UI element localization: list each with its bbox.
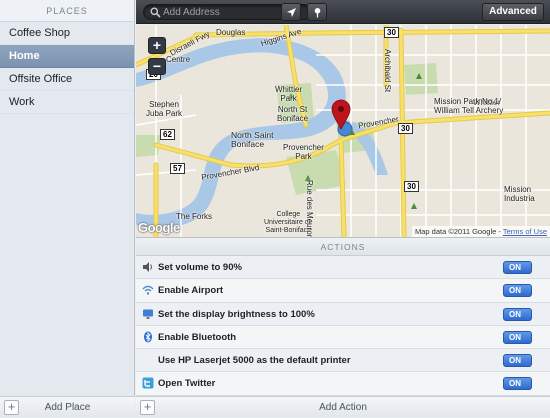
on-toggle[interactable]: ON xyxy=(503,377,532,391)
zoom-in-button[interactable]: + xyxy=(148,37,166,54)
action-row[interactable]: Set volume to 90% ON xyxy=(136,256,550,280)
on-toggle[interactable]: ON xyxy=(503,354,532,368)
pin-icon xyxy=(314,8,321,18)
sidebar-item-offsite-office[interactable]: Offsite Office xyxy=(0,68,134,91)
bluetooth-icon xyxy=(144,331,152,343)
sidebar-footer: + Add Place xyxy=(0,396,135,417)
map-label-douglas: Douglas xyxy=(216,28,246,37)
action-row[interactable]: Open Twitter ON xyxy=(136,372,550,396)
action-label: Enable Airport xyxy=(158,285,224,297)
toolbar: Advanced xyxy=(136,0,550,24)
map-label-north-saint-boniface: North Saint Boniface xyxy=(231,130,274,149)
actions-panel: ACTIONS Set volume to 90% ON Enable Airp… xyxy=(136,237,550,417)
add-place-button[interactable]: Add Place xyxy=(0,397,135,418)
map-label-stephen-juba: Stephen Juba Park xyxy=(146,100,183,118)
sidebar-item-home[interactable]: Home xyxy=(0,45,134,68)
app-window: PLACES Coffee Shop Home Offsite Office W… xyxy=(0,0,550,417)
action-label: Set the display brightness to 100% xyxy=(158,308,315,320)
action-label: Set volume to 90% xyxy=(158,262,242,273)
map-label-mission-park: Mission Park No 1/ William Tell Archery xyxy=(434,97,504,115)
google-logo: Google xyxy=(138,220,180,235)
map-attribution: Map data ©2011 Google - Terms of Use xyxy=(412,226,550,237)
on-toggle[interactable]: ON xyxy=(503,261,532,274)
add-action-button[interactable]: Add Action xyxy=(136,397,550,418)
route-shield: 30 xyxy=(384,27,399,38)
map-label-whittier-park: Whittier Park xyxy=(275,85,303,103)
zoom-out-button[interactable]: − xyxy=(148,58,166,75)
wifi-icon xyxy=(142,286,154,295)
action-label: Open Twitter xyxy=(158,378,216,390)
terms-of-use-link[interactable]: Terms of Use xyxy=(503,227,547,236)
search-icon xyxy=(150,7,161,18)
map-label-mission-industrial: Mission Industria xyxy=(504,185,535,203)
route-shield: 57 xyxy=(170,163,185,174)
on-toggle[interactable]: ON xyxy=(503,330,532,344)
on-toggle[interactable]: ON xyxy=(503,307,532,321)
action-label: Use HP Laserjet 5000 as the default prin… xyxy=(158,355,351,367)
actions-footer: + Add Action xyxy=(136,396,550,417)
map-canvas xyxy=(136,25,550,237)
advanced-button[interactable]: Advanced xyxy=(482,3,544,21)
places-sidebar: PLACES Coffee Shop Home Offsite Office W… xyxy=(0,0,135,417)
route-shield: 30 xyxy=(404,181,419,192)
route-shield: 30 xyxy=(398,123,413,134)
map-label-the-forks: The Forks xyxy=(176,212,213,221)
map-label-rue-des-meurons: Rue des Meurons xyxy=(305,180,314,237)
display-icon xyxy=(143,309,153,319)
on-toggle[interactable]: ON xyxy=(503,284,532,298)
action-label: Enable Bluetooth xyxy=(158,331,237,343)
sidebar-item-work[interactable]: Work xyxy=(0,91,134,114)
map-label-provencher-park: Provencher Park xyxy=(283,143,324,161)
map-attribution-text: Map data ©2011 Google - xyxy=(415,227,503,236)
map-label-centre: Centre xyxy=(166,55,191,64)
speaker-icon xyxy=(143,262,152,272)
sidebar-item-coffee-shop[interactable]: Coffee Shop xyxy=(0,22,134,45)
map-view[interactable]: Centre Douglas Higgins Ave Disraeli Fwy … xyxy=(136,25,550,237)
action-row[interactable]: Use HP Laserjet 5000 as the default prin… xyxy=(136,349,550,373)
map-label-archibald: Archibald St xyxy=(383,49,392,93)
action-row[interactable]: Enable Bluetooth ON xyxy=(136,325,550,350)
action-list: Set volume to 90% ON Enable Airport ON S… xyxy=(136,256,550,396)
twitter-icon xyxy=(142,377,154,389)
location-arrow-button[interactable] xyxy=(281,3,301,21)
route-shield: 62 xyxy=(160,129,175,140)
action-row[interactable]: Set the display brightness to 100% ON xyxy=(136,302,550,326)
action-row[interactable]: Enable Airport ON xyxy=(136,279,550,303)
actions-header: ACTIONS xyxy=(136,237,550,256)
places-header: PLACES xyxy=(0,0,134,22)
pin-button[interactable] xyxy=(307,3,327,21)
map-label-north-st-boniface: North St Boniface xyxy=(277,105,309,123)
location-arrow-icon xyxy=(287,8,296,17)
